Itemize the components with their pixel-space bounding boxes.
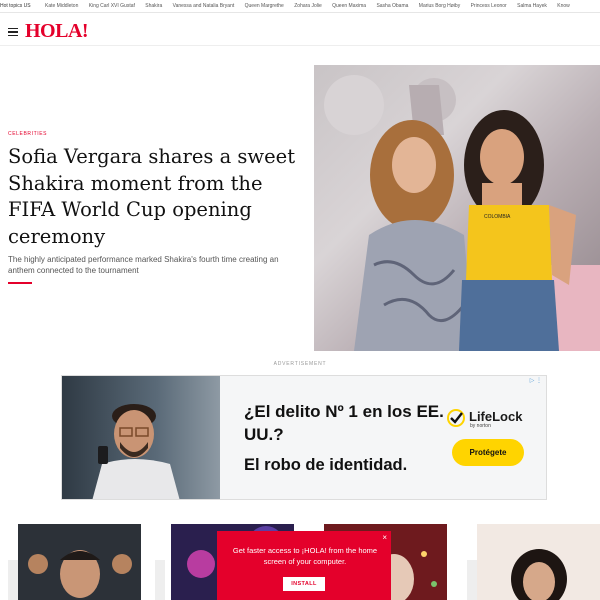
site-header: HOLA! <box>0 13 600 46</box>
hamburger-menu-icon[interactable] <box>8 28 18 37</box>
card-edge <box>8 560 18 600</box>
dek-underline <box>8 282 32 284</box>
article-card[interactable] <box>477 524 600 600</box>
topic-link[interactable]: Marius Borg Høiby <box>419 3 460 9</box>
ad-brand-by: by norton <box>470 423 491 429</box>
article-dek: The highly anticipated performance marke… <box>8 255 279 275</box>
advertisement-label: ADVERTISEMENT <box>273 361 327 367</box>
ad-subline: El robo de identidad. <box>244 456 408 474</box>
topic-link[interactable]: King Carl XVI Gustaf <box>89 3 135 9</box>
hot-topics-label: Hot topics US <box>0 3 31 9</box>
topic-link[interactable]: Queen Margrethe <box>245 3 284 9</box>
advertisement-banner[interactable]: ¿El delito Nº 1 en los EE. UU.? El robo … <box>61 375 547 500</box>
ad-photo <box>62 376 220 499</box>
topic-link[interactable]: Princess Leonor <box>471 3 507 9</box>
balloon-shape <box>324 75 384 135</box>
article-headline[interactable]: Sofia Vergara shares a sweet Shakira mom… <box>8 144 298 250</box>
card-image <box>477 524 600 600</box>
ad-headline: ¿El delito Nº 1 en los EE. UU.? <box>244 402 444 444</box>
topic-link[interactable]: Shakira <box>145 3 162 9</box>
topic-link[interactable]: Know <box>557 3 570 9</box>
install-popup-message: Get faster access to ¡HOLA! from the hom… <box>232 546 378 566</box>
topic-link[interactable]: Queen Maxima <box>332 3 366 9</box>
topic-link[interactable]: Zohara Jolie <box>294 3 322 9</box>
ad-brand: LifeLock <box>469 409 523 424</box>
site-logo[interactable]: HOLA! <box>25 20 89 43</box>
svg-text:COLOMBIA: COLOMBIA <box>484 214 511 220</box>
topic-link[interactable]: Sasha Obama <box>376 3 408 9</box>
card-edge <box>467 560 477 600</box>
hero-image[interactable]: COLOMBIA <box>314 65 600 351</box>
article-category[interactable]: CELEBRITIES <box>8 131 47 137</box>
topic-link[interactable]: Vanessa and Natalia Bryant <box>173 3 235 9</box>
hot-topics-bar: Hot topics US Kate Middleton King Carl X… <box>0 0 600 13</box>
install-app-popup: × Get faster access to ¡HOLA! from the h… <box>217 531 391 600</box>
close-icon[interactable]: × <box>382 533 387 542</box>
card-image <box>18 524 141 600</box>
card-edge <box>155 560 165 600</box>
ad-cta-button[interactable]: Protégete <box>452 439 524 466</box>
ad-choices-icon[interactable]: ▷ ⋮ <box>530 377 542 384</box>
lifelock-logo: LifeLock by norton <box>447 406 537 432</box>
article-card[interactable] <box>18 524 141 600</box>
install-button[interactable]: INSTALL <box>283 577 325 591</box>
hero-photo-illustration: COLOMBIA <box>324 75 600 351</box>
hot-topics-list: Kate Middleton King Carl XVI Gustaf Shak… <box>45 3 579 9</box>
topic-link[interactable]: Kate Middleton <box>45 3 78 9</box>
topic-link[interactable]: Salma Hayek <box>517 3 547 9</box>
lifelock-check-icon <box>447 409 465 427</box>
